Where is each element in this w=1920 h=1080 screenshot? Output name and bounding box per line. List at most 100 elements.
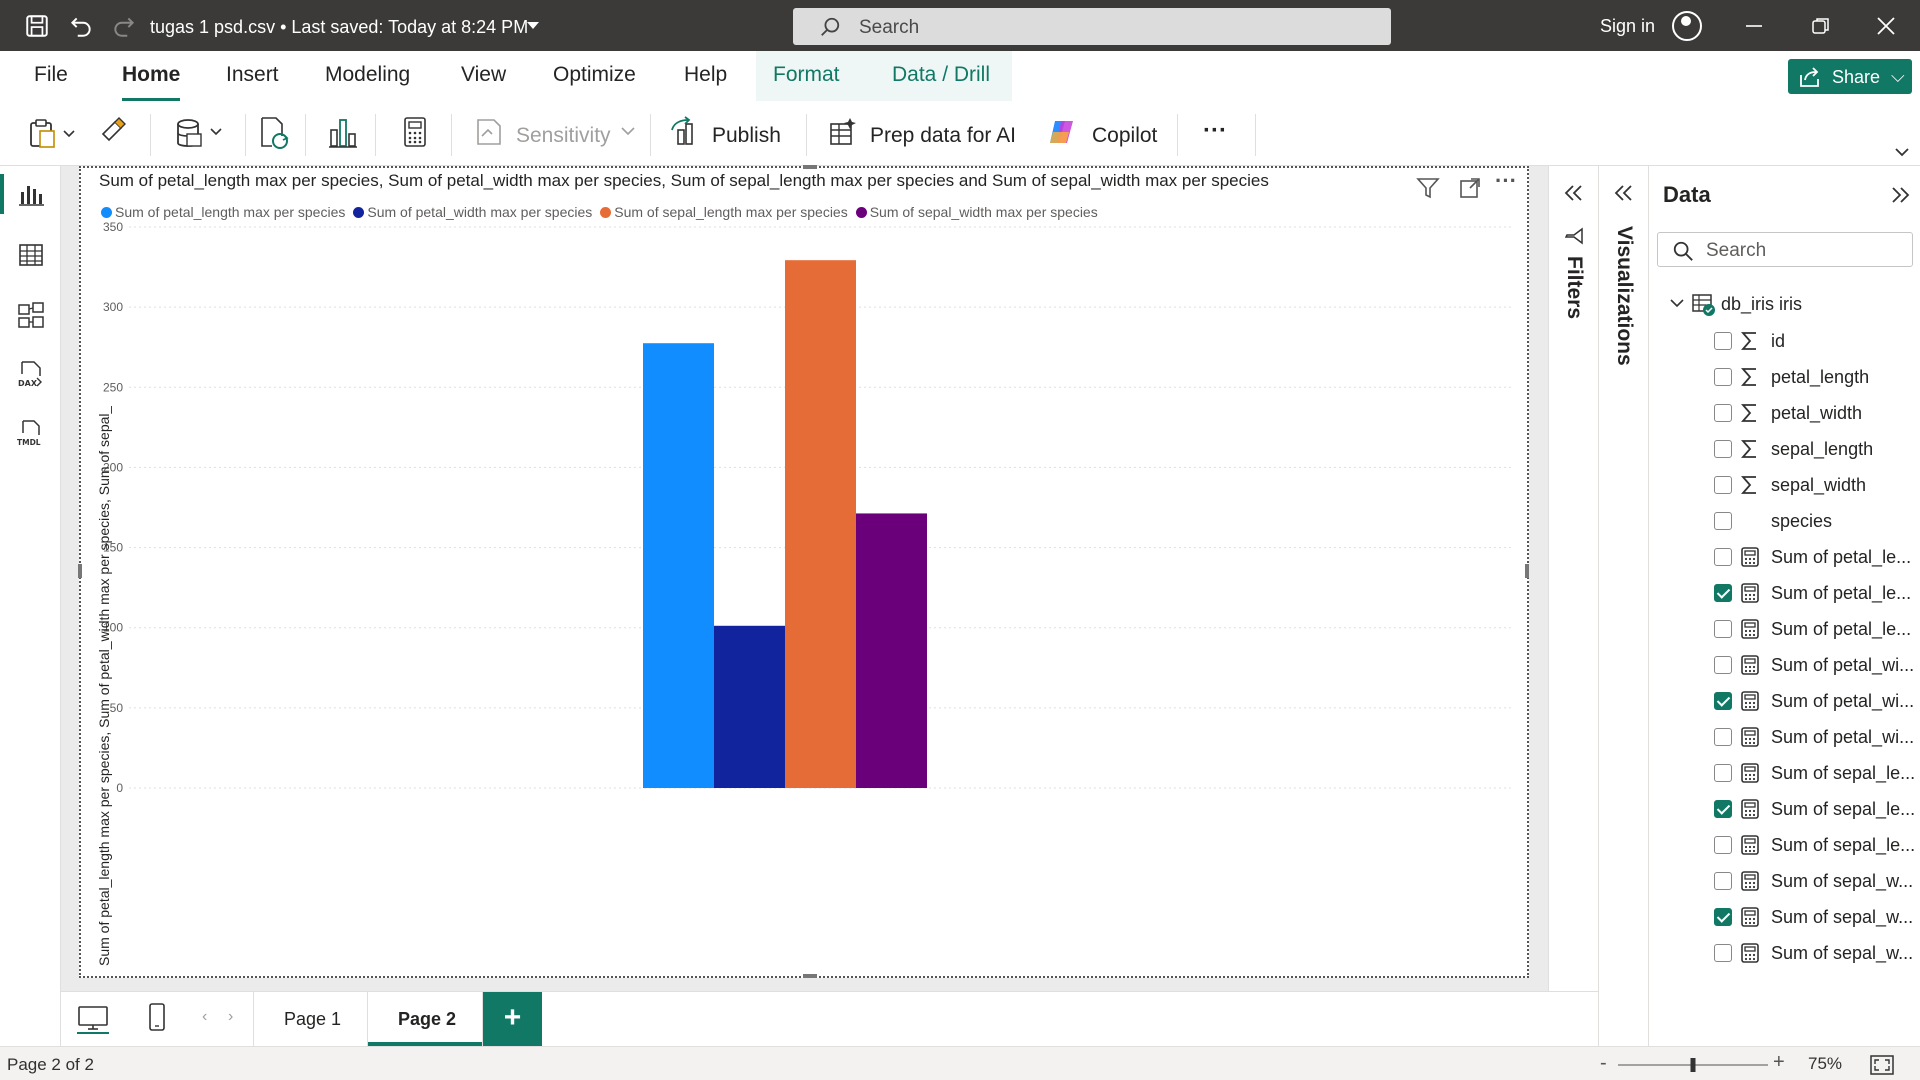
resize-handle-left[interactable]	[78, 564, 82, 578]
data-pane-title: Data	[1663, 182, 1711, 207]
report-view-icon[interactable]	[17, 180, 45, 208]
measure-icon	[1741, 619, 1759, 639]
table-view-icon[interactable]	[17, 241, 45, 269]
save-icon[interactable]	[24, 13, 50, 39]
restore-icon[interactable]	[1812, 17, 1830, 35]
tab-data-drill[interactable]: Data / Drill	[892, 63, 990, 87]
next-page-icon[interactable]: ›	[228, 1008, 233, 1026]
chevron-down-icon[interactable]	[1669, 298, 1685, 310]
clustered-column-chart[interactable]: 0 50 100 150 200 250 300 350 Sum of petal_lengt…	[78, 165, 1529, 978]
more-options-icon[interactable]: ···	[1495, 168, 1517, 194]
page-tab-1[interactable]: Page 1	[253, 992, 368, 1046]
sensitivity-button[interactable]: Sensitivity	[474, 114, 640, 154]
data-search-input[interactable]: Search	[1657, 232, 1913, 267]
get-data-button[interactable]	[174, 114, 229, 154]
document-title: tugas 1 psd.csv • Last saved: Today at 8…	[150, 17, 529, 37]
prev-page-icon[interactable]: ‹	[202, 1008, 207, 1026]
dax-query-view-icon[interactable]: DAX	[17, 360, 45, 388]
bar-series-2[interactable]	[714, 625, 785, 788]
field-checkbox[interactable]	[1714, 944, 1732, 962]
visualizations-pane-label[interactable]: Visualizations	[1612, 226, 1636, 366]
field-checkbox[interactable]	[1714, 656, 1732, 674]
sign-in-link[interactable]: Sign in	[1600, 16, 1655, 37]
new-visual-button[interactable]	[327, 114, 359, 154]
tab-view[interactable]: View	[461, 63, 506, 87]
resize-handle-top[interactable]	[803, 165, 817, 169]
desktop-layout-icon[interactable]	[77, 1004, 109, 1034]
more-options-button[interactable]: ···	[1203, 114, 1237, 154]
chevron-down-icon	[621, 127, 635, 136]
field-checkbox[interactable]	[1714, 908, 1732, 926]
zoom-slider-thumb[interactable]	[1690, 1058, 1696, 1072]
minimize-icon[interactable]	[1746, 24, 1762, 28]
focus-mode-icon[interactable]	[1458, 176, 1482, 200]
field-checkbox[interactable]	[1714, 800, 1732, 818]
fit-to-page-icon[interactable]	[1870, 1055, 1894, 1075]
report-canvas[interactable]: 0 50 100 150 200 250 300 350 Sum of petal_lengt…	[61, 165, 1598, 991]
field-checkbox[interactable]	[1714, 332, 1732, 350]
field-checkbox[interactable]	[1714, 584, 1732, 602]
legend-item[interactable]: Sum of sepal_length max per species	[600, 204, 848, 220]
chevron-down-icon[interactable]	[527, 22, 539, 29]
data-search-placeholder: Search	[1706, 240, 1767, 261]
mobile-layout-icon[interactable]	[147, 1002, 167, 1032]
expand-filters-icon[interactable]	[1563, 184, 1585, 202]
field-checkbox[interactable]	[1714, 512, 1732, 530]
zoom-in-button[interactable]: +	[1773, 1051, 1785, 1074]
publish-button[interactable]: Publish	[670, 114, 785, 154]
sigma-icon	[1741, 368, 1756, 386]
tab-file[interactable]: File	[34, 63, 68, 87]
chart-title: Sum of petal_length max per species, Sum…	[99, 171, 1269, 190]
refresh-button[interactable]	[258, 114, 290, 154]
prep-data-ai-button[interactable]: Prep data for AI	[828, 114, 1018, 154]
bar-series-3[interactable]	[785, 260, 856, 788]
field-checkbox[interactable]	[1714, 872, 1732, 890]
model-view-icon[interactable]	[17, 301, 45, 329]
filter-icon[interactable]	[1416, 176, 1440, 200]
collapse-data-pane-icon[interactable]	[1889, 186, 1911, 204]
share-button[interactable]: Share ⌵	[1788, 59, 1912, 94]
legend-item[interactable]: Sum of petal_length max per species	[101, 204, 345, 220]
legend-item[interactable]: Sum of petal_width max per species	[353, 204, 592, 220]
field-checkbox[interactable]	[1714, 404, 1732, 422]
field-name: Sum of sepal_w...	[1771, 907, 1914, 927]
field-checkbox[interactable]	[1714, 620, 1732, 638]
resize-handle-right[interactable]	[1525, 564, 1529, 578]
account-icon[interactable]	[1672, 11, 1702, 41]
field-checkbox[interactable]	[1714, 476, 1732, 494]
tmdl-view-icon[interactable]: TMDL	[17, 419, 45, 447]
paste-button[interactable]	[27, 114, 82, 154]
zoom-slider[interactable]	[1618, 1057, 1768, 1073]
field-checkbox[interactable]	[1714, 728, 1732, 746]
tab-insert[interactable]: Insert	[226, 63, 279, 87]
zoom-out-button[interactable]: -	[1600, 1052, 1607, 1075]
collapse-ribbon-icon[interactable]	[1894, 146, 1910, 158]
calculation-button[interactable]	[401, 114, 429, 154]
bar-series-4[interactable]	[856, 513, 927, 788]
undo-icon[interactable]	[68, 13, 94, 39]
resize-handle-bottom[interactable]	[803, 974, 817, 978]
tab-home[interactable]: Home	[122, 63, 181, 101]
copilot-button[interactable]: Copilot	[1047, 114, 1162, 154]
add-page-button[interactable]: +	[483, 992, 542, 1046]
tab-format[interactable]: Format	[773, 63, 840, 87]
field-checkbox[interactable]	[1714, 764, 1732, 782]
bar-series-1[interactable]	[643, 343, 714, 788]
chevron-down-icon: ⌵	[1891, 66, 1905, 86]
field-checkbox[interactable]	[1714, 692, 1732, 710]
field-checkbox[interactable]	[1714, 836, 1732, 854]
tab-optimize[interactable]: Optimize	[553, 63, 636, 87]
expand-visualizations-icon[interactable]	[1613, 184, 1635, 202]
redo-icon[interactable]	[111, 13, 137, 39]
field-checkbox[interactable]	[1714, 440, 1732, 458]
tab-modeling[interactable]: Modeling	[325, 63, 410, 87]
close-icon[interactable]	[1877, 17, 1895, 35]
field-checkbox[interactable]	[1714, 548, 1732, 566]
filters-pane-label[interactable]: Filters	[1562, 256, 1586, 319]
field-checkbox[interactable]	[1714, 368, 1732, 386]
global-search-input[interactable]: Search	[793, 8, 1391, 45]
format-painter-button[interactable]	[99, 114, 129, 154]
legend-item[interactable]: Sum of sepal_width max per species	[855, 204, 1098, 220]
page-tab-2[interactable]: Page 2	[368, 992, 483, 1046]
tab-help[interactable]: Help	[684, 63, 727, 87]
